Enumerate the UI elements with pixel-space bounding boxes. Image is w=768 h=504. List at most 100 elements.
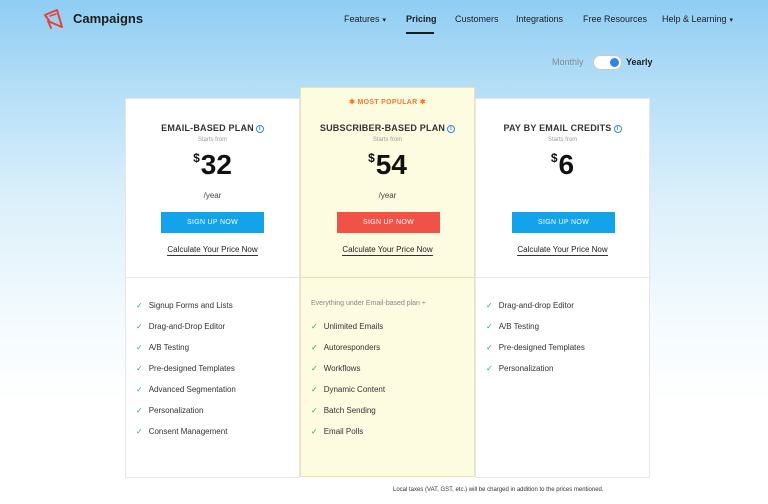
plan-inclusion-note: Everything under Email-based plan + [311, 300, 426, 307]
feature-text: Drag-and-drop Editor [498, 301, 574, 310]
list-item: ✓ Email Polls [311, 427, 385, 448]
currency-symbol: $ [193, 151, 200, 165]
calculate-price-link[interactable]: Calculate Your Price Now [476, 245, 649, 256]
currency-symbol: $ [550, 151, 558, 165]
check-icon: ✓ [486, 364, 493, 373]
top-navigation: Campaigns Features ▾ Pricing Customers In… [0, 0, 768, 40]
plan-title-text: EMAIL-BASED PLAN [161, 123, 254, 133]
check-icon: ✓ [311, 322, 318, 331]
nav-help-learning[interactable]: Help & Learning ▾ [662, 14, 733, 24]
nav-pricing[interactable]: Pricing [406, 14, 437, 24]
plan-card-subscriber-based: ✱ MOST POPULAR ✱ SUBSCRIBER-BASED PLAN i … [300, 87, 475, 477]
sign-up-button[interactable]: SIGN UP NOW [161, 212, 264, 233]
feature-list: ✓ Drag-and-drop Editor ✓ A/B Testing ✓ Pre-… [486, 301, 585, 385]
list-item: ✓ Pre-designed Templates [486, 343, 585, 364]
nav-customers[interactable]: Customers [455, 14, 499, 24]
list-item: ✓ A/B Testing [136, 343, 236, 364]
plan-price: $6 [476, 149, 649, 181]
chevron-down-icon: ▾ [382, 17, 387, 24]
price-value: 32 [200, 149, 232, 180]
feature-list: ✓ Unlimited Emails ✓ Autoresponders ✓ Workf… [311, 322, 385, 448]
monthly-label[interactable]: Monthly [552, 57, 584, 67]
feature-text: Personalization [498, 364, 554, 373]
sign-up-button[interactable]: SIGN UP NOW [337, 212, 440, 233]
check-icon: ✓ [136, 406, 143, 415]
list-item: ✓ Advanced Segmentation [136, 385, 236, 406]
price-period: /year [378, 191, 397, 200]
tax-footnote: Local taxes (VAT, GST, etc.) will be cha… [393, 487, 604, 493]
plan-title: SUBSCRIBER-BASED PLAN i [301, 123, 474, 133]
list-item: ✓ Pre-designed Templates [136, 364, 236, 385]
plan-card-pay-by-credits: PAY BY EMAIL CREDITS i Starts from $6 SIG… [475, 98, 650, 478]
check-icon: ✓ [311, 364, 318, 373]
toggle-knob [610, 58, 619, 67]
check-icon: ✓ [311, 427, 318, 436]
feature-text: Email Polls [323, 427, 364, 436]
card-divider [301, 277, 474, 278]
check-icon: ✓ [311, 406, 318, 415]
sign-up-button[interactable]: SIGN UP NOW [512, 212, 615, 233]
feature-text: Pre-designed Templates [498, 343, 585, 352]
info-icon[interactable]: i [255, 125, 264, 133]
list-item: ✓ Drag-and-Drop Editor [136, 322, 236, 343]
check-icon: ✓ [486, 301, 493, 310]
feature-text: Drag-and-Drop Editor [148, 322, 226, 331]
check-icon: ✓ [136, 343, 143, 352]
plan-title: EMAIL-BASED PLAN i [126, 123, 299, 133]
list-item: ✓ Consent Management [136, 427, 236, 448]
starts-from-label: Starts from [372, 137, 403, 143]
list-item: ✓ Signup Forms and Lists [136, 301, 236, 322]
list-item: ✓ Autoresponders [311, 343, 385, 364]
list-item: ✓ Drag-and-drop Editor [486, 301, 585, 322]
chevron-down-icon: ▾ [729, 17, 734, 24]
currency-symbol: $ [368, 151, 375, 165]
feature-text: Batch Sending [323, 406, 376, 415]
check-icon: ✓ [136, 427, 143, 436]
list-item: ✓ Personalization [136, 406, 236, 427]
calculate-price-link[interactable]: Calculate Your Price Now [126, 245, 299, 256]
feature-text: Signup Forms and Lists [148, 301, 233, 310]
check-icon: ✓ [136, 364, 143, 373]
feature-text: Consent Management [148, 427, 228, 436]
calculate-price-link[interactable]: Calculate Your Price Now [301, 245, 474, 256]
card-divider [126, 277, 299, 278]
price-period: /year [203, 191, 222, 200]
price-value: 54 [375, 149, 407, 180]
list-item: ✓ Unlimited Emails [311, 322, 385, 343]
plan-title-text: PAY BY EMAIL CREDITS [503, 123, 612, 133]
starts-from-label: Starts from [197, 137, 228, 143]
yearly-label[interactable]: Yearly [626, 57, 653, 67]
feature-text: Pre-designed Templates [148, 364, 235, 373]
calculate-price-link-text[interactable]: Calculate Your Price Now [167, 245, 258, 256]
nav-features-label: Features [344, 14, 380, 24]
active-tab-underline [406, 32, 434, 34]
most-popular-badge: ✱ MOST POPULAR ✱ [349, 99, 426, 106]
feature-text: Dynamic Content [323, 385, 386, 394]
feature-text: Unlimited Emails [323, 322, 384, 331]
plan-title-text: SUBSCRIBER-BASED PLAN [319, 123, 446, 133]
info-icon[interactable]: i [613, 125, 622, 133]
check-icon: ✓ [486, 322, 493, 331]
megaphone-logo-icon[interactable] [43, 8, 67, 30]
feature-text: Advanced Segmentation [148, 385, 236, 394]
nav-free-resources[interactable]: Free Resources [583, 14, 647, 24]
card-divider [476, 277, 649, 278]
calculate-price-link-text[interactable]: Calculate Your Price Now [517, 245, 608, 256]
plan-card-email-based: EMAIL-BASED PLAN i Starts from $32 /year … [125, 98, 300, 478]
nav-features[interactable]: Features ▾ [344, 14, 386, 24]
plan-price: $32 [126, 149, 299, 181]
feature-text: Personalization [148, 406, 204, 415]
price-value: 6 [558, 149, 575, 180]
feature-list: ✓ Signup Forms and Lists ✓ Drag-and-Drop E… [136, 301, 236, 448]
nav-integrations[interactable]: Integrations [516, 14, 563, 24]
list-item: ✓ A/B Testing [486, 322, 585, 343]
feature-text: Workflows [323, 364, 361, 373]
billing-period-toggle[interactable] [593, 55, 622, 70]
list-item: ✓ Personalization [486, 364, 585, 385]
info-icon[interactable]: i [447, 125, 456, 133]
brand-name[interactable]: Campaigns [73, 11, 143, 26]
check-icon: ✓ [486, 343, 493, 352]
calculate-price-link-text[interactable]: Calculate Your Price Now [342, 245, 433, 256]
check-icon: ✓ [311, 343, 318, 352]
check-icon: ✓ [136, 301, 143, 310]
